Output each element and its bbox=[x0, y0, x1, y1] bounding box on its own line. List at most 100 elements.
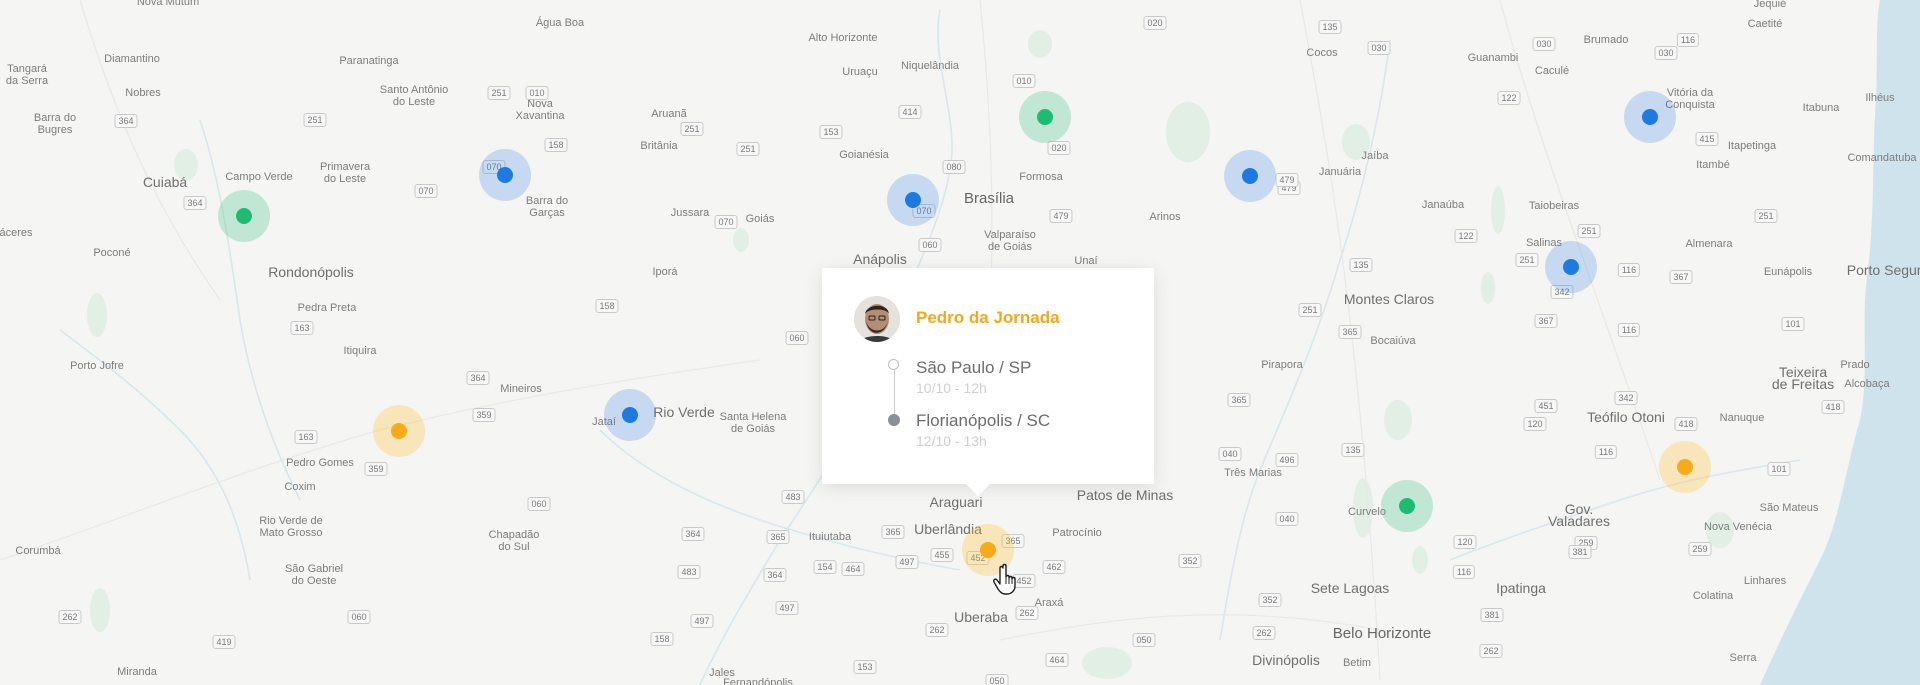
road-shield: 122 bbox=[1497, 91, 1521, 105]
road-shield: 381 bbox=[1480, 608, 1504, 622]
city-label: Chapadão do Sul bbox=[488, 529, 540, 553]
road-shield: 163 bbox=[290, 321, 314, 335]
city-label: Tangará da Serra bbox=[5, 63, 49, 87]
city-label: Porto Seguro bbox=[1846, 262, 1920, 278]
road-shield: 251 bbox=[1577, 224, 1601, 238]
map-marker-green[interactable] bbox=[1381, 480, 1433, 532]
city-label: Jussara bbox=[670, 207, 710, 219]
city-label: Bocaiúva bbox=[1370, 335, 1416, 347]
city-label: Jaíba bbox=[1361, 150, 1389, 162]
road-shield: 367 bbox=[1534, 314, 1558, 328]
road-shield: 364 bbox=[763, 568, 787, 582]
city-label: Uruaçu bbox=[842, 66, 878, 78]
road-shield: 010 bbox=[525, 86, 549, 100]
city-label: Paranatinga bbox=[339, 55, 399, 67]
road-shield: 462 bbox=[1042, 560, 1066, 574]
city-label: Patrocínio bbox=[1052, 527, 1102, 539]
city-label: Nobres bbox=[125, 87, 161, 99]
map-marker-blue[interactable] bbox=[1545, 241, 1597, 293]
city-label: Cáceres bbox=[0, 227, 33, 239]
map-marker-blue[interactable] bbox=[479, 149, 531, 201]
city-label: Santa Helena de Goiás bbox=[719, 411, 787, 435]
road-shield: 364 bbox=[114, 114, 138, 128]
city-label: Rondonópolis bbox=[268, 264, 354, 280]
marker-dot bbox=[905, 192, 921, 208]
driver-photo bbox=[854, 296, 900, 342]
marker-dot bbox=[1642, 109, 1658, 125]
map-marker-orange[interactable] bbox=[373, 405, 425, 457]
city-label: Januária bbox=[1318, 166, 1362, 178]
city-label: Coxim bbox=[284, 481, 316, 493]
city-label: Fernandópolis bbox=[723, 677, 793, 685]
city-label: Cuiabá bbox=[142, 174, 188, 190]
road-shield: 135 bbox=[1341, 443, 1365, 457]
road-shield: 464 bbox=[1045, 653, 1069, 667]
road-shield: 135 bbox=[1349, 258, 1373, 272]
city-label: Caculé bbox=[1534, 65, 1570, 77]
map-marker-blue[interactable] bbox=[1624, 91, 1676, 143]
city-label: Anápolis bbox=[853, 251, 907, 267]
road-shield: 259 bbox=[1688, 542, 1712, 556]
city-label: Itiquira bbox=[343, 345, 377, 357]
city-label: Brasília bbox=[963, 190, 1015, 207]
city-label: Rio Verde bbox=[653, 404, 715, 420]
city-label: Araxá bbox=[1034, 597, 1064, 609]
city-label: São Gabriel do Oeste bbox=[284, 563, 344, 587]
city-label: Goianésia bbox=[839, 149, 889, 161]
city-label: Arinos bbox=[1149, 211, 1181, 223]
map-marker-blue[interactable] bbox=[887, 174, 939, 226]
city-label: Poconé bbox=[93, 247, 131, 259]
map-marker-orange[interactable] bbox=[1659, 441, 1711, 493]
map-view[interactable]: Nova Mutum Água Boa Alto Horizonte Caetité J… bbox=[0, 0, 1920, 685]
road-shield: 080 bbox=[942, 160, 966, 174]
road-shield: 352 bbox=[1258, 593, 1282, 607]
city-label: Guanambi bbox=[1467, 52, 1519, 64]
map-marker-green[interactable] bbox=[1019, 91, 1071, 143]
road-shield: 497 bbox=[895, 555, 919, 569]
map-marker-green[interactable] bbox=[218, 190, 270, 242]
road-shield: 496 bbox=[1275, 453, 1299, 467]
city-label: Alto Horizonte bbox=[808, 32, 878, 44]
road-shield: 359 bbox=[364, 462, 388, 476]
road-shield: 367 bbox=[1669, 270, 1693, 284]
marker-dot bbox=[1677, 459, 1693, 475]
road-shield: 464 bbox=[841, 562, 865, 576]
marker-dot bbox=[1037, 109, 1053, 125]
road-shield: 342 bbox=[1614, 391, 1638, 405]
road-shield: 415 bbox=[1695, 132, 1719, 146]
road-shield: 381 bbox=[1568, 545, 1592, 559]
city-label: Almenara bbox=[1685, 238, 1733, 250]
city-label: Barra do Garças bbox=[525, 195, 569, 219]
city-label: Belo Horizonte bbox=[1332, 625, 1432, 642]
city-label: Rio Verde de Mato Grosso bbox=[259, 515, 323, 539]
road-shield: 060 bbox=[527, 497, 551, 511]
city-label: Pirapora bbox=[1261, 359, 1303, 371]
city-label: Primavera do Leste bbox=[319, 161, 371, 185]
road-shield: 251 bbox=[1515, 253, 1539, 267]
road-shield: 455 bbox=[930, 548, 954, 562]
city-label: Eunápolis bbox=[1763, 266, 1813, 278]
city-label: Goiás bbox=[745, 213, 775, 225]
road-shield: 030 bbox=[1532, 37, 1556, 51]
road-shield: 251 bbox=[487, 86, 511, 100]
city-label: Caetité bbox=[1747, 18, 1783, 30]
road-shield: 158 bbox=[650, 632, 674, 646]
city-label: Valparaíso de Goiás bbox=[984, 229, 1036, 253]
city-label: Linhares bbox=[1743, 575, 1787, 587]
map-marker-blue[interactable] bbox=[604, 389, 656, 441]
road-shield: 010 bbox=[1012, 74, 1036, 88]
road-shield: 418 bbox=[1821, 400, 1845, 414]
road-shield: 158 bbox=[544, 138, 568, 152]
city-label: Nanuque bbox=[1719, 412, 1765, 424]
road-shield: 070 bbox=[414, 184, 438, 198]
driver-popup: Pedro da Jornada São Paulo / SP 10/10 - … bbox=[822, 268, 1154, 496]
city-label: Gov. Valadares bbox=[1547, 501, 1611, 529]
map-marker-blue[interactable] bbox=[1224, 150, 1276, 202]
popup-arrow bbox=[966, 484, 990, 496]
city-label: Taiobeiras bbox=[1528, 200, 1580, 212]
driver-name[interactable]: Pedro da Jornada bbox=[916, 308, 1060, 328]
road-shield: 251 bbox=[1754, 209, 1778, 223]
road-shield: 040 bbox=[1275, 512, 1299, 526]
city-label: Santo Antônio do Leste bbox=[379, 84, 449, 108]
road-shield: 101 bbox=[1767, 462, 1791, 476]
